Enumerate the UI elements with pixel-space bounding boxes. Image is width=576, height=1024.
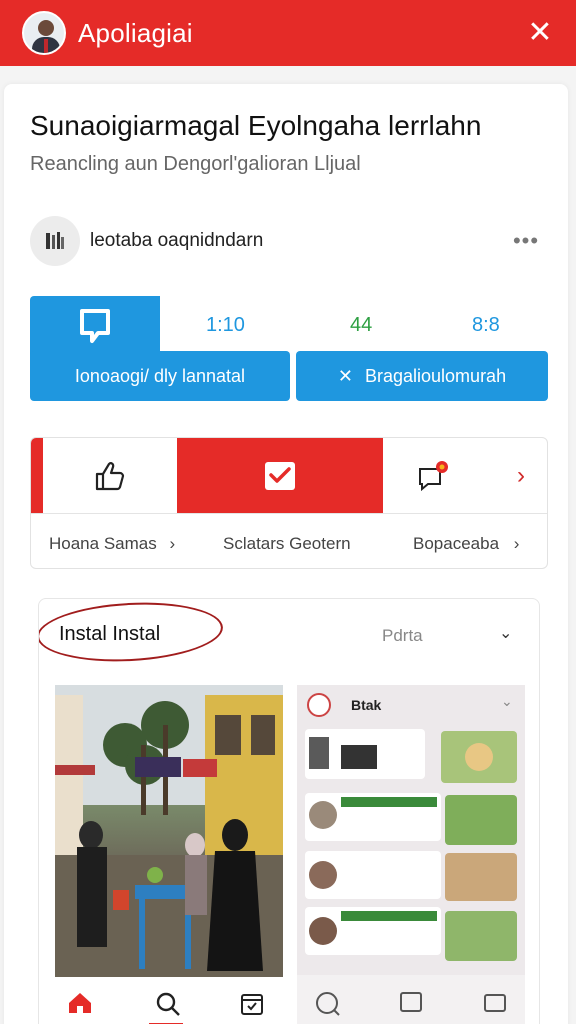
accent-strip [31,438,43,513]
bookmark-chat-icon [80,309,110,343]
author-avatar-icon[interactable] [30,216,80,266]
like-button[interactable] [43,438,177,513]
reaction-link-2[interactable]: Sclatars Geotern [223,534,351,554]
author-name[interactable]: leotaba oaqnidndarn [90,230,506,252]
stat-value-1: 1:10 [206,314,245,336]
primary-action-button[interactable]: Ionoaogi/ dly lannatal [30,351,290,401]
chevron-right-icon: › [513,534,520,553]
search-icon[interactable] [155,991,181,1017]
next-chevron-button[interactable]: › [501,438,541,513]
reaction-link-3-label: Bopaceaba [413,534,500,553]
preview-title: Btak [351,697,382,713]
check-mail-icon [265,461,295,490]
chevron-down-icon: ⌄ [501,693,513,709]
reaction-panel: › Hoana Samas › Sclatars Geotern Bopacea… [30,437,548,569]
street-photo[interactable] [55,685,283,977]
thumbs-up-icon [95,461,125,490]
close-button[interactable]: ✕ [520,13,560,53]
stat-value-2: 44 [350,314,373,336]
more-options-button[interactable]: ••• [506,228,546,254]
bookmark-stat-tile[interactable] [30,296,160,356]
post-subline: Reancling aun Dengorl'galioran Lljual [30,153,361,175]
feed-section: Instal Instal Pdrta ⌄ Btak ⌄ [38,598,540,1024]
calendar-icon[interactable] [239,991,265,1017]
stat-value-3: 8:8 [472,314,500,336]
profile-avatar[interactable] [22,11,66,55]
reaction-link-3[interactable]: Bopaceaba › [413,534,519,554]
reaction-link-1[interactable]: Hoana Samas › [49,534,175,554]
comment-button[interactable] [383,438,483,513]
bottom-nav [39,979,297,1024]
feed-filter[interactable]: Pdrta [382,626,423,646]
close-small-icon: ✕ [337,365,353,386]
primary-action-label: Ionoaogi/ dly lannatal [74,365,246,386]
feed-title[interactable]: Instal Instal [59,623,160,646]
post-headline: Sunaoigiarmagal Eyolngaha lerrlahn [30,110,482,141]
app-title: Apoliagiai [78,17,193,48]
check-mail-button[interactable] [177,438,383,513]
reaction-link-1-label: Hoana Samas [49,534,157,553]
secondary-action-label: Bragalioulomurah [365,365,507,386]
app-preview-thumbnail[interactable]: Btak ⌄ [297,685,525,1024]
secondary-action-button[interactable]: ✕ Bragalioulomurah [296,351,548,401]
home-icon[interactable] [67,991,93,1015]
divider [31,513,547,514]
chevron-down-icon[interactable]: ⌄ [499,623,512,643]
chevron-right-icon: › [169,534,176,553]
author-row: leotaba oaqnidndarn ••• [30,216,546,266]
chat-icon [419,460,448,491]
app-bar: Apoliagiai ✕ [0,0,576,66]
